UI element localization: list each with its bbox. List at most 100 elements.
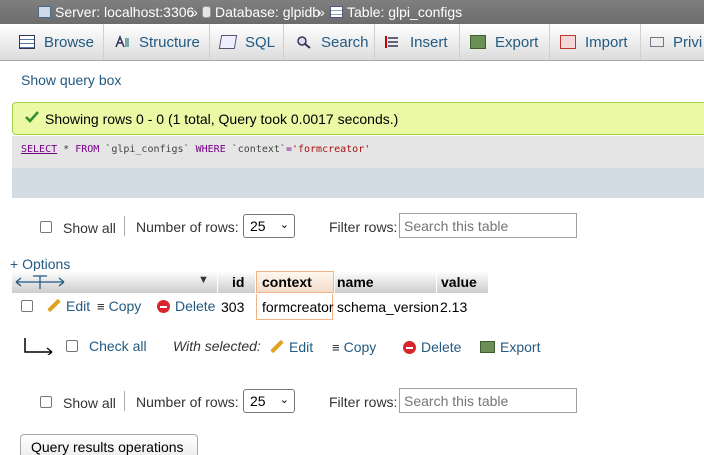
breadcrumb-database-label: Database: glpidb (215, 4, 321, 20)
table-navigation-top: Show all Number of rows: 25 ⌄ Filter row… (0, 213, 704, 239)
column-header-value-label: value (441, 274, 477, 290)
sql-star: * (57, 144, 76, 155)
import-icon (560, 35, 576, 49)
tab-bar: Browse Structure SQL Search Insert Expor… (0, 24, 704, 61)
tab-export-label: Export (495, 33, 539, 51)
rows-per-page-value: 25 (250, 218, 266, 234)
query-results-operations-label: Query results operations (31, 439, 184, 455)
row-delete-label: Delete (175, 298, 216, 314)
sort-dropdown-icon[interactable]: ▼ (198, 274, 209, 286)
filter-rows-input[interactable]: Search this table (399, 213, 577, 238)
table-navigation-bottom: Show all Number of rows: 25 ⌄ Filter row… (0, 388, 704, 414)
copy-icon: ≡ (97, 298, 105, 314)
arrow-turn-icon (22, 337, 54, 358)
tab-structure-label: Structure (139, 33, 200, 51)
sql-keyword-select[interactable]: SELECT (21, 144, 57, 155)
tab-insert-label: Insert (410, 33, 448, 51)
show-all-label: Show all (63, 220, 116, 236)
pencil-icon (47, 299, 61, 313)
breadcrumb-separator: » (190, 4, 198, 20)
column-header-name-label: name (337, 274, 374, 290)
show-all-checkbox[interactable] (40, 396, 52, 408)
cell-context-value: formcreator (262, 298, 334, 315)
row-copy-label: Copy (108, 298, 142, 314)
sql-keyword-where: WHERE (195, 144, 226, 155)
column-header-context-label: context (262, 274, 312, 290)
row-checkbox[interactable] (21, 300, 33, 312)
with-selected-label: With selected: (173, 338, 261, 354)
pencil-icon (270, 340, 284, 354)
bulk-delete-button[interactable]: Delete (403, 339, 461, 355)
column-header-name[interactable]: name (335, 271, 436, 293)
sql-condition-column: `context` (225, 144, 286, 155)
breadcrumb-table-label: Table: glpi_configs (347, 4, 463, 20)
breadcrumb-server-label: Server: localhost:3306 (55, 4, 195, 20)
row-edit-link[interactable]: Edit (47, 298, 90, 314)
tab-privileges[interactable]: Privi (641, 24, 704, 60)
show-all-checkbox[interactable] (40, 221, 52, 233)
cell-context[interactable]: formcreator (256, 294, 334, 320)
tab-export[interactable]: Export (460, 24, 550, 60)
tab-sql-label: SQL (245, 33, 276, 51)
tab-structure[interactable]: Structure (104, 24, 210, 60)
privileges-icon (650, 37, 664, 47)
tab-insert[interactable]: Insert (375, 24, 460, 60)
filter-rows-input[interactable]: Search this table (399, 388, 577, 413)
tab-search[interactable]: Search (284, 24, 375, 60)
options-link[interactable]: + Options (10, 256, 70, 272)
show-query-box-link[interactable]: Show query box (21, 72, 121, 88)
export-icon (480, 341, 495, 353)
sql-keyword-from: FROM (75, 144, 100, 155)
tab-privileges-label: Privi (673, 33, 703, 51)
column-header-context[interactable]: context (256, 271, 334, 293)
sql-query-text[interactable]: SELECT * FROM `glpi_configs` WHERE `cont… (21, 144, 370, 155)
cell-id-value: 303 (221, 299, 245, 315)
success-text: Showing rows 0 - 0 (1 total, Query took … (45, 111, 399, 127)
rows-per-page-select[interactable]: 25 ⌄ (243, 389, 295, 413)
row-delete-link[interactable]: Delete (157, 298, 215, 314)
table-icon (330, 6, 343, 18)
tab-browse[interactable]: Browse (0, 24, 104, 60)
filter-rows-label: Filter rows: (329, 219, 398, 235)
check-icon (25, 110, 39, 124)
column-header-id[interactable]: id (218, 271, 255, 293)
check-all-label[interactable]: Check all (89, 338, 147, 354)
structure-icon (114, 34, 130, 49)
search-icon (296, 35, 312, 49)
bulk-export-button[interactable]: Export (480, 339, 540, 355)
bulk-copy-button[interactable]: ≡ Copy (332, 339, 376, 355)
tab-import[interactable]: Import (550, 24, 641, 60)
bulk-export-label: Export (500, 339, 541, 355)
row-edit-label: Edit (66, 298, 91, 314)
column-header-value[interactable]: value (437, 271, 488, 293)
number-of-rows-label: Number of rows: (136, 219, 239, 235)
chevron-down-icon: ⌄ (279, 394, 289, 406)
tab-search-label: Search (321, 33, 369, 51)
check-all-checkbox[interactable] (66, 340, 78, 352)
breadcrumb: Server: localhost:3306 » Database: glpid… (0, 0, 704, 24)
bulk-edit-button[interactable]: Edit (270, 339, 313, 355)
show-all-label: Show all (63, 395, 116, 411)
rows-per-page-select[interactable]: 25 ⌄ (243, 214, 295, 238)
chevron-down-icon: ⌄ (279, 219, 289, 231)
bulk-actions: Check all With selected: Edit ≡ Copy Del… (0, 335, 704, 359)
tab-sql[interactable]: SQL (210, 24, 284, 60)
cell-name[interactable]: schema_version (337, 294, 439, 320)
divider (124, 391, 125, 411)
breadcrumb-server[interactable]: Server: localhost:3306 (38, 4, 194, 20)
cell-value[interactable]: 2.13 (440, 294, 467, 320)
tab-import-label: Import (585, 33, 628, 51)
breadcrumb-table[interactable]: Table: glpi_configs (330, 4, 462, 20)
row-copy-link[interactable]: ≡ Copy (97, 298, 141, 314)
sql-icon (218, 35, 238, 49)
copy-icon: ≡ (332, 339, 340, 355)
column-arrows-icon[interactable] (14, 273, 66, 294)
bulk-edit-label: Edit (289, 339, 314, 355)
breadcrumb-database[interactable]: Database: glpidb (202, 4, 320, 20)
filter-rows-label: Filter rows: (329, 394, 398, 410)
rows-per-page-value: 25 (250, 393, 266, 409)
browse-icon (19, 35, 35, 49)
database-icon (202, 6, 211, 18)
divider (124, 216, 125, 236)
cell-id[interactable]: 303 (221, 294, 244, 320)
